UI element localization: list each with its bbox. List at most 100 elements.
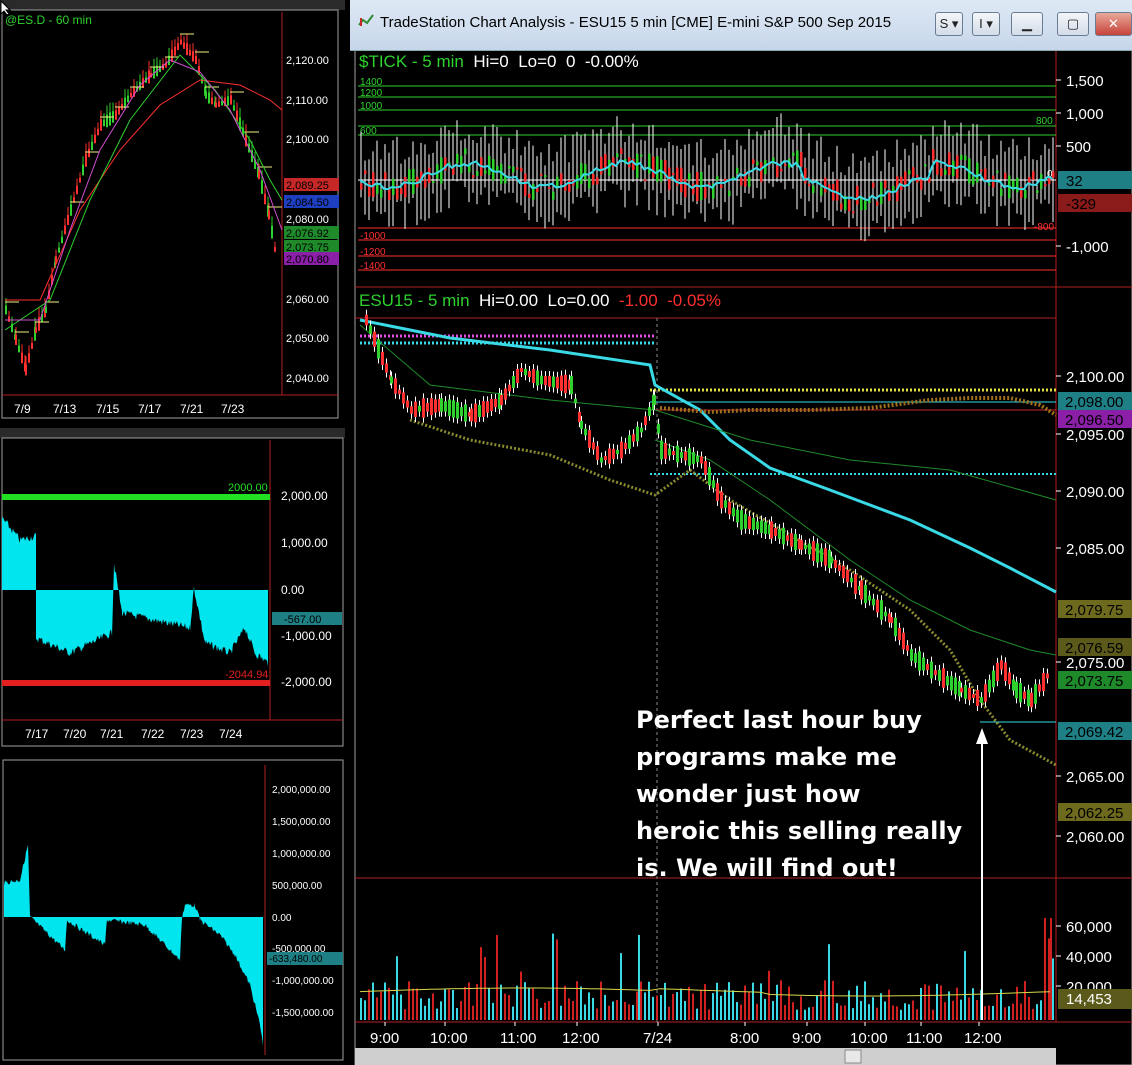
volume-time-label: 9:00	[370, 1030, 399, 1047]
tick-bar-body	[800, 152, 803, 167]
es-60min-candle	[233, 105, 235, 111]
tick-bar-body	[792, 152, 795, 156]
tick-bar-body	[404, 177, 407, 198]
es-candle	[490, 398, 493, 412]
es-candle	[868, 595, 871, 601]
volume-axis-label: 40,000	[1066, 949, 1112, 966]
volume-bar	[576, 981, 578, 1020]
volume-bar	[696, 1008, 698, 1020]
minimize-button[interactable]: ▁	[1011, 12, 1043, 36]
es-candle	[1034, 684, 1037, 704]
es-candle	[580, 420, 583, 430]
cursor-arrow-icon	[0, 0, 12, 16]
es-candle	[830, 556, 833, 564]
window-title-bar[interactable]: TradeStation Chart Analysis - ESU15 5 mi…	[350, 0, 1132, 51]
tick-hi: Hi=0	[473, 52, 509, 71]
horizontal-scrollbar[interactable]	[355, 1048, 1056, 1065]
volume-bar	[968, 997, 970, 1020]
style-menu-button[interactable]: S ▾	[935, 12, 963, 36]
tick-bar-body	[532, 184, 535, 200]
volume-bar	[716, 982, 718, 1020]
es-candle	[696, 455, 699, 463]
tick-bar-body	[424, 179, 427, 188]
tick-level-label: 1200	[360, 88, 383, 99]
es-axis-label: 2,085.00	[1066, 541, 1124, 558]
volume-last-label: 14,453	[1066, 991, 1112, 1008]
tick-bar-body	[648, 153, 651, 174]
tick-bar-body	[388, 189, 391, 201]
es-candle	[906, 645, 909, 651]
es-candle	[644, 416, 647, 426]
volume-bar	[932, 1009, 934, 1020]
volume-bar	[868, 1004, 870, 1020]
es-60min-candle	[94, 134, 96, 144]
volume-bar	[488, 988, 490, 1020]
close-button[interactable]: ✕	[1095, 12, 1132, 36]
es-60min-candle	[264, 193, 266, 205]
es-candle	[764, 522, 767, 534]
tick-bar-body	[728, 190, 731, 197]
volume-bar	[768, 970, 770, 1020]
es-candle	[752, 517, 755, 531]
volume-bar	[360, 998, 362, 1020]
es-candle	[377, 339, 380, 359]
volume-bar	[616, 999, 618, 1020]
cum-tick-date-label: 7/20	[63, 727, 87, 741]
tick-bar-body	[1032, 171, 1035, 180]
cum-flow-axis-label: 500,000.00	[272, 881, 322, 892]
scrollbar-thumb[interactable]	[844, 1049, 862, 1064]
volume-bar	[924, 984, 926, 1020]
tick-bar-body	[688, 173, 691, 181]
volume-bar	[988, 1005, 990, 1020]
es-60min-candle	[215, 102, 217, 108]
volume-bar	[744, 985, 746, 1020]
es-candle	[680, 452, 683, 458]
es-candle	[1038, 684, 1041, 692]
volume-bar	[640, 981, 642, 1020]
es-candle	[712, 480, 715, 488]
es-candle	[512, 375, 515, 389]
tick-bar-body	[996, 170, 999, 173]
tick-bar-body	[508, 165, 511, 169]
es-60min-candle	[174, 46, 176, 56]
es-60min-price-tick: 2,060.00	[286, 294, 329, 306]
es-60min-date-label: 7/21	[180, 402, 204, 416]
es-candle	[478, 405, 481, 417]
tick-bar-body	[976, 162, 979, 183]
es-candle	[624, 442, 627, 450]
cum-tick-date-label: 7/23	[180, 727, 204, 741]
tick-last: 0	[565, 52, 576, 71]
es-symbol: ESU15 - 5 min	[359, 291, 470, 310]
es-60min-price-tick: 2,100.00	[286, 134, 329, 146]
es-candle	[946, 675, 949, 686]
es-price-tag-label: 2,079.75	[1065, 602, 1123, 619]
volume-bar	[740, 1004, 742, 1020]
es-candle	[732, 507, 735, 517]
tick-bar-body	[456, 153, 459, 164]
es-candle	[898, 627, 901, 641]
tick-bar-body	[568, 180, 571, 192]
es-60min-candle	[67, 214, 69, 226]
es-candle	[770, 521, 773, 539]
es-price-tag-label: 2,069.42	[1065, 724, 1123, 741]
volume-bar	[380, 991, 382, 1020]
es-candle	[914, 653, 917, 663]
volume-bar	[864, 981, 866, 1020]
volume-bar	[684, 1000, 686, 1020]
es-candle	[516, 368, 519, 384]
volume-bar	[552, 933, 554, 1020]
volume-bar	[560, 1005, 562, 1020]
es-60min-price-tag-label: 2,070.80	[286, 254, 329, 266]
tick-level-label: -1000	[360, 231, 386, 242]
es-candle	[470, 408, 473, 422]
es-price-tag-label: 2,073.75	[1065, 673, 1123, 690]
volume-bar	[780, 980, 782, 1020]
es-candle	[756, 521, 759, 530]
es-candle	[1000, 660, 1003, 670]
insert-menu-button[interactable]: I ▾	[972, 12, 1000, 36]
cum-tick-date-label: 7/22	[141, 727, 165, 741]
tick-bar-body	[812, 185, 815, 193]
cum-flow-panel: 2,000,000.00 1,500,000.00 1,000,000.00 500,…	[0, 755, 345, 1065]
es-60min-candle	[97, 128, 99, 136]
maximize-button[interactable]: ▢	[1057, 12, 1089, 36]
